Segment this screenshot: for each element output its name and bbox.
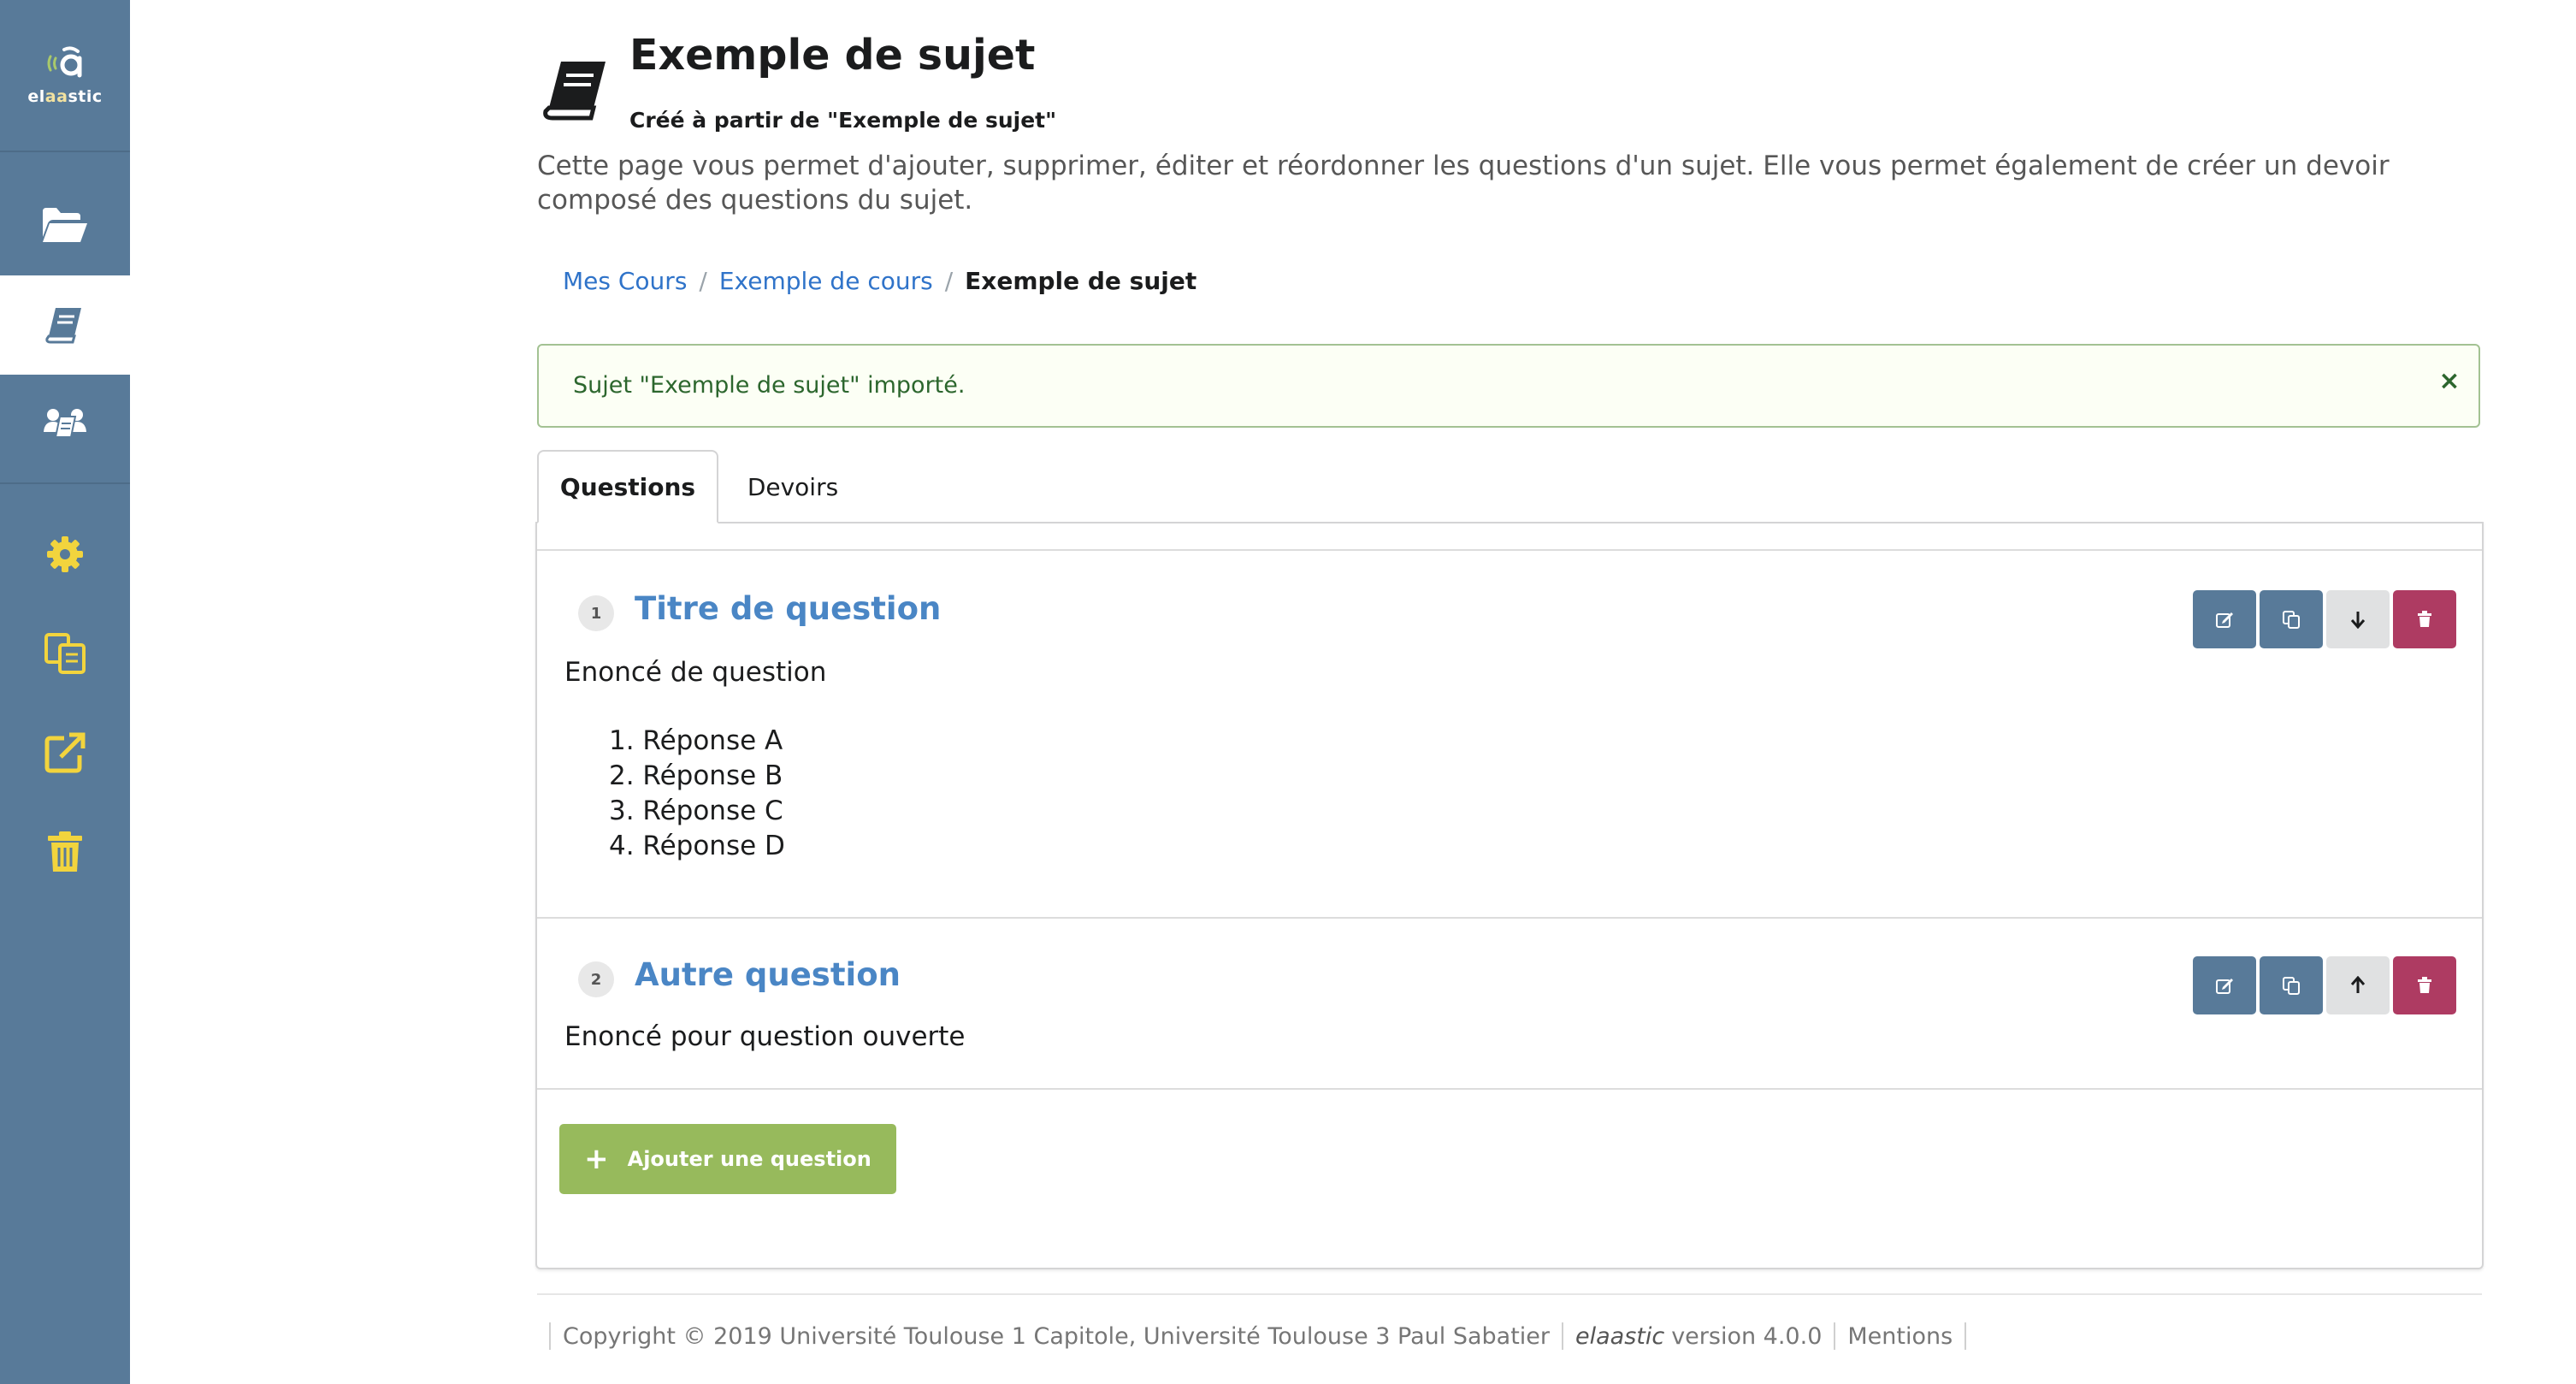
- breadcrumb-link-my-courses[interactable]: Mes Cours: [563, 267, 687, 295]
- breadcrumb: Mes Cours / Exemple de cours / Exemple d…: [563, 267, 1196, 295]
- sidebar-divider: [0, 151, 130, 152]
- edit-question-button[interactable]: [2193, 590, 2256, 648]
- duplicate-icon: [2283, 611, 2300, 629]
- edit-icon: [2216, 979, 2233, 994]
- question-title[interactable]: Autre question: [635, 956, 901, 993]
- page-description: Cette page vous permet d'ajouter, suppri…: [537, 151, 2390, 216]
- page-subtitle: Créé à partir de "Exemple de sujet": [629, 108, 1057, 133]
- sidebar-item-my-courses[interactable]: [0, 176, 130, 275]
- breadcrumb-link-course[interactable]: Exemple de cours: [719, 267, 933, 295]
- question-statement: Enoncé de question: [564, 657, 827, 688]
- sidebar-item-subjects[interactable]: [0, 275, 130, 375]
- close-icon[interactable]: ×: [2434, 366, 2465, 397]
- external-link-icon: [44, 732, 86, 773]
- delete-icon: [2418, 611, 2431, 627]
- footer-mentions-link[interactable]: Mentions: [1847, 1323, 1953, 1350]
- question-divider: [537, 917, 2482, 919]
- plus-icon: +: [584, 1142, 609, 1176]
- choice-item: 4. Réponse D: [609, 831, 785, 861]
- arrow-down-icon: [2350, 612, 2366, 629]
- footer: Copyright © 2019 Université Toulouse 1 C…: [537, 1321, 1978, 1351]
- elaastic-logo-icon: [47, 46, 82, 78]
- folder-open-icon: [43, 208, 87, 242]
- choice-item: 3. Réponse C: [609, 796, 783, 826]
- trash-icon: [48, 831, 82, 872]
- breadcrumb-divider: /: [699, 267, 707, 295]
- logo-text: elaastic: [27, 87, 103, 106]
- sidebar: elaastic: [0, 0, 130, 1384]
- tab-questions[interactable]: Questions: [537, 450, 718, 523]
- footer-separator: [1562, 1322, 1563, 1350]
- breadcrumb-current: Exemple de sujet: [965, 267, 1197, 295]
- tab-assignments[interactable]: Devoirs: [729, 450, 857, 523]
- sidebar-item-duplicate[interactable]: [0, 604, 130, 703]
- move-down-button[interactable]: [2326, 590, 2390, 648]
- duplicate-question-button[interactable]: [2260, 956, 2323, 1014]
- edit-question-button[interactable]: [2193, 956, 2256, 1014]
- footer-app-name: elaastic: [1575, 1322, 1665, 1350]
- arrow-up-icon: [2350, 976, 2366, 993]
- footer-separator: [549, 1322, 551, 1350]
- footer-divider: [537, 1293, 2482, 1295]
- footer-copyright: Copyright © 2019 Université Toulouse 1 C…: [563, 1322, 1550, 1350]
- edit-icon: [2216, 612, 2233, 628]
- question-number: 2: [578, 961, 614, 997]
- sidebar-item-settings[interactable]: [0, 505, 130, 604]
- choice-list: 1. Réponse A 2. Réponse B 3. Réponse C 4…: [609, 724, 785, 864]
- success-message-text: Sujet "Exemple de sujet" importé.: [573, 372, 966, 399]
- gear-icon: [47, 536, 83, 572]
- question-divider: [537, 1088, 2482, 1090]
- footer-separator: [1964, 1322, 1967, 1350]
- sidebar-item-groups[interactable]: [0, 375, 130, 474]
- choice-item: 1. Réponse A: [609, 725, 783, 756]
- duplicate-question-button[interactable]: [2260, 590, 2323, 648]
- page-title: Exemple de sujet: [629, 31, 1036, 80]
- question-title[interactable]: Titre de question: [635, 590, 941, 627]
- copy-icon: [44, 633, 86, 674]
- choice-item: 2. Réponse B: [609, 760, 783, 791]
- users-icon: [44, 409, 86, 438]
- question-statement: Enoncé pour question ouverte: [564, 1021, 966, 1052]
- breadcrumb-divider: /: [944, 267, 954, 295]
- book-icon: [543, 62, 606, 121]
- footer-version: version 4.0.0: [1671, 1322, 1823, 1350]
- question-number: 1: [578, 595, 614, 631]
- panel-divider: [537, 549, 2482, 551]
- sidebar-item-share[interactable]: [0, 703, 130, 802]
- app-logo[interactable]: elaastic: [0, 0, 130, 151]
- success-message: Sujet "Exemple de sujet" importé. ×: [537, 344, 2480, 428]
- book-icon: [45, 308, 81, 344]
- add-question-label: Ajouter une question: [627, 1147, 871, 1171]
- delete-question-button[interactable]: [2393, 956, 2456, 1014]
- footer-separator: [1834, 1322, 1836, 1350]
- move-up-button[interactable]: [2326, 956, 2390, 1014]
- add-question-button[interactable]: + Ajouter une question: [559, 1124, 896, 1194]
- delete-icon: [2418, 977, 2431, 993]
- sidebar-item-trash[interactable]: [0, 802, 130, 902]
- delete-question-button[interactable]: [2393, 590, 2456, 648]
- sidebar-divider: [0, 482, 130, 484]
- duplicate-icon: [2283, 977, 2300, 995]
